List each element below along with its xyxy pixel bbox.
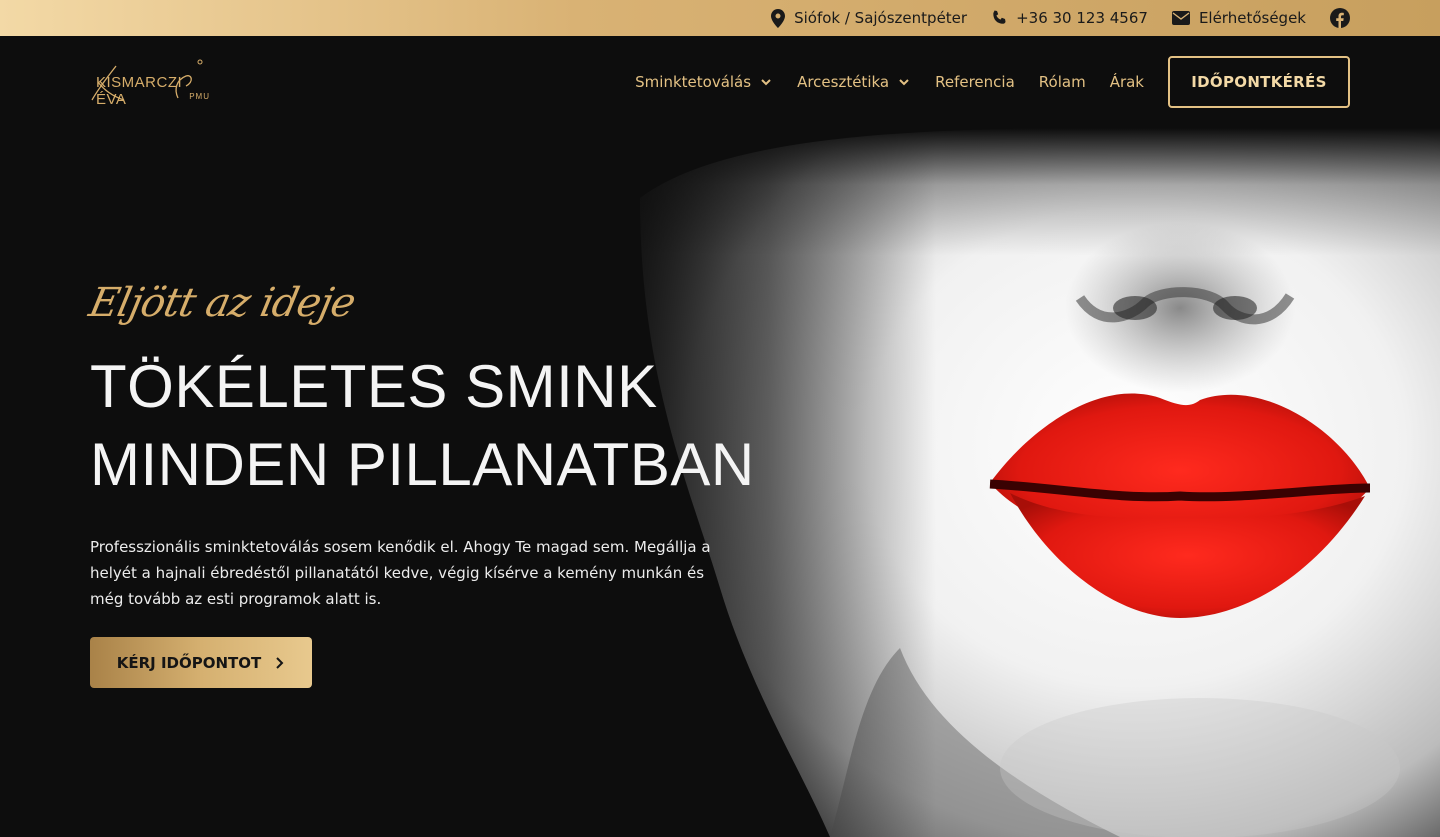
contact-text: Elérhetőségek	[1198, 9, 1306, 27]
nav-item-referencia[interactable]: Referencia	[923, 73, 1027, 91]
brand-sub: PMU	[189, 92, 210, 101]
contact-link[interactable]: Elérhetőségek	[1171, 9, 1306, 27]
facebook-icon	[1330, 8, 1350, 28]
phone-icon	[993, 10, 1006, 24]
map-pin-icon	[771, 8, 786, 28]
booking-button[interactable]: IDŐPONTKÉRÉS	[1168, 56, 1350, 108]
top-info-bar: Siófok / Sajószentpéter +36 30 123 4567 …	[0, 0, 1440, 36]
nav-label: Árak	[1109, 73, 1144, 91]
headline-line-2: MINDEN PILLANATBAN	[90, 431, 755, 498]
location-text: Siófok / Sajószentpéter	[794, 9, 968, 27]
chevron-down-icon	[761, 79, 771, 86]
chevron-right-icon	[276, 656, 284, 669]
nav-label: Referencia	[935, 73, 1015, 91]
nav-item-arcesztetika[interactable]: Arcesztétika	[785, 73, 923, 91]
nav-label: Arcesztétika	[797, 73, 890, 91]
request-appointment-button[interactable]: KÉRJ IDŐPONTOT	[90, 637, 312, 688]
chevron-down-icon	[899, 79, 909, 86]
hero-button-label: KÉRJ IDŐPONTOT	[116, 653, 262, 672]
main-nav: Sminktetoválás Arcesztétika Referencia R…	[623, 56, 1350, 108]
nav-label: Rólam	[1038, 73, 1086, 91]
nav-item-sminktetovalas[interactable]: Sminktetoválás	[623, 73, 785, 91]
nav-item-rolam[interactable]: Rólam	[1027, 73, 1098, 91]
phone-text: +36 30 123 4567	[1016, 9, 1148, 27]
hero-script-tagline: Eljött az ideje	[85, 280, 360, 326]
brand-logo[interactable]: KISMARCZI ÉVA PMU	[90, 56, 210, 108]
hero-headline: TÖKÉLETES SMINK MINDEN PILLANATBAN	[90, 348, 790, 504]
nav-label: Sminktetoválás	[635, 73, 752, 91]
phone-link[interactable]: +36 30 123 4567	[991, 9, 1148, 27]
facebook-link[interactable]	[1330, 8, 1350, 28]
envelope-icon	[1171, 11, 1190, 25]
nav-item-arak[interactable]: Árak	[1098, 73, 1156, 91]
headline-line-1: TÖKÉLETES SMINK	[90, 353, 658, 420]
site-header: KISMARCZI ÉVA PMU Sminktetoválás Arceszt…	[0, 36, 1440, 128]
location-link[interactable]: Siófok / Sajószentpéter	[771, 8, 968, 28]
hero-section: Eljött az ideje TÖKÉLETES SMINK MINDEN P…	[85, 270, 790, 688]
hero-description: Professzionális sminktetoválás sosem ken…	[90, 538, 711, 608]
brand-name: KISMARCZI ÉVA	[96, 74, 183, 108]
